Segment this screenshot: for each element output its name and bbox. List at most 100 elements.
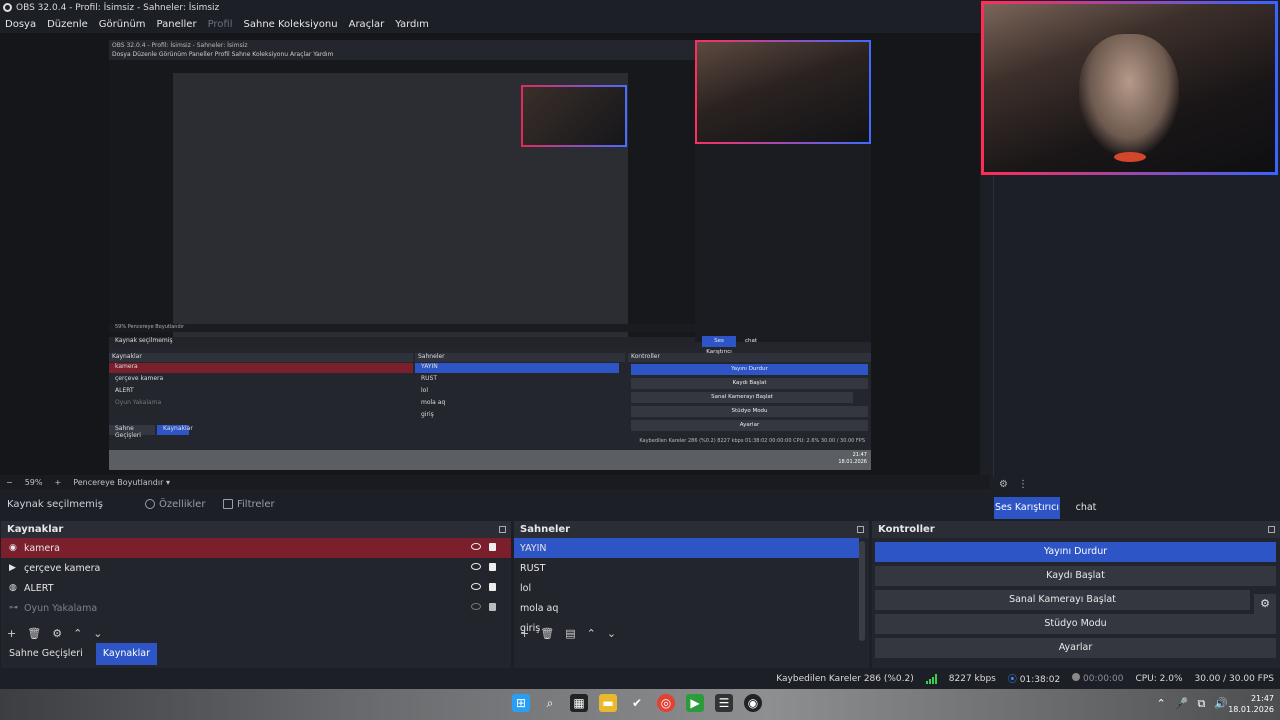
eye-icon[interactable]	[471, 543, 481, 550]
gear-icon: ⚙	[1260, 597, 1270, 610]
controls-dock: Kontroller Yayını Durdur Kaydı Başlat Sa…	[872, 521, 1280, 668]
chrome-icon[interactable]: ◎	[657, 694, 675, 712]
add-source-icon[interactable]: +	[7, 627, 16, 640]
gamepad-icon: ⊶	[9, 603, 18, 613]
undock-icon[interactable]	[499, 526, 506, 533]
scene-item[interactable]: mola aq	[514, 598, 869, 618]
nested-ctrl-btn: Sanal Kamerayı Başlat	[631, 392, 853, 403]
scene-item[interactable]: RUST	[514, 558, 869, 578]
menu-dosya[interactable]: Dosya	[5, 19, 36, 30]
fit-window-dropdown[interactable]: Pencereye Boyutlandır ▾	[73, 478, 170, 487]
virtual-camera-settings-button[interactable]: ⚙	[1254, 594, 1276, 614]
sources-tools: + 🗑 ⚙ ⌃ ⌄	[7, 627, 103, 640]
lock-icon[interactable]	[489, 583, 496, 591]
stop-stream-button[interactable]: Yayını Durdur	[875, 542, 1276, 562]
remove-source-icon[interactable]: 🗑	[27, 627, 41, 640]
move-up-icon[interactable]: ⌃	[587, 627, 596, 640]
advanced-audio-icon[interactable]: ⚙	[999, 479, 1008, 490]
tab-scene-transitions[interactable]: Sahne Geçişleri	[2, 643, 90, 665]
source-item[interactable]: ◉ kamera	[1, 538, 511, 558]
obs-logo-icon	[3, 3, 12, 12]
eye-hidden-icon[interactable]	[471, 603, 481, 610]
nested-chat-tab: chat	[744, 338, 758, 344]
menu-profil[interactable]: Profil	[208, 19, 233, 30]
nested-tab: Sahne Geçişleri	[109, 425, 155, 439]
add-scene-icon[interactable]: +	[520, 627, 529, 640]
game-launcher-icon[interactable]: ▶	[686, 694, 704, 712]
lock-icon[interactable]	[489, 563, 496, 571]
scenes-dock-header: Sahneler	[514, 521, 869, 538]
sources-title: Kaynaklar	[7, 524, 64, 535]
tray-chevron-icon[interactable]: ⌃	[1157, 697, 1166, 711]
properties-button[interactable]: Özellikler	[145, 499, 217, 510]
discord-icon[interactable]: ☰	[715, 694, 733, 712]
move-up-icon[interactable]: ⌃	[73, 627, 82, 640]
start-recording-button[interactable]: Kaydı Başlat	[875, 566, 1276, 586]
scenes-scrollbar[interactable]	[859, 541, 865, 641]
tab-sources[interactable]: Kaynaklar	[95, 643, 158, 665]
globe-icon: ◍	[9, 583, 17, 593]
zoom-out-button[interactable]: −	[6, 478, 13, 487]
zoom-value: 59%	[24, 477, 43, 487]
remove-scene-icon[interactable]: 🗑	[540, 627, 554, 640]
menu-araclar[interactable]: Araçlar	[349, 19, 385, 30]
more-menu-icon[interactable]: ⋮	[1018, 479, 1028, 490]
zoom-in-button[interactable]: +	[54, 478, 61, 487]
nested-obs-preview: OBS 32.0.4 - Profil: İsimsiz - Sahneler:…	[109, 40, 871, 470]
cpu-monitor-icon[interactable]: ▦	[570, 694, 588, 712]
clock-date: 18.01.2026	[1228, 705, 1274, 714]
mixer-icons: ⚙ ⋮	[999, 479, 1028, 490]
lock-icon[interactable]	[489, 543, 496, 551]
menu-yardim[interactable]: Yardım	[395, 19, 429, 30]
tab-audio-mixer[interactable]: Ses Karıştırıcı	[994, 497, 1060, 519]
source-toolbar: Kaynak seçilmemiş Özellikler Filtreler	[0, 489, 990, 519]
eye-icon[interactable]	[471, 583, 481, 590]
menu-duzenle[interactable]: Düzenle	[47, 19, 88, 30]
nested-scene-row: giriş	[421, 411, 434, 418]
filters-button[interactable]: Filtreler	[223, 499, 295, 510]
tab-chat[interactable]: chat	[1063, 497, 1109, 519]
stream-time: 01:38:02	[1019, 675, 1061, 685]
taskbar-clock[interactable]: 21:47 18.01.2026	[1228, 693, 1274, 715]
network-icon[interactable]: ⧉	[1197, 697, 1205, 711]
nested-src-row: ALERT	[115, 387, 134, 394]
webcam-person	[1079, 34, 1179, 154]
eye-icon[interactable]	[471, 563, 481, 570]
lock-icon[interactable]	[489, 603, 496, 611]
move-down-icon[interactable]: ⌄	[93, 627, 102, 640]
nested-src-row: çerçeve kamera	[115, 375, 164, 382]
undock-icon[interactable]	[1268, 526, 1275, 533]
source-item[interactable]: ▶ çerçeve kamera	[1, 558, 511, 578]
system-tray: ⌃ 🎤 ⧉ 🔊	[1157, 697, 1228, 711]
source-item[interactable]: ⊶ Oyun Yakalama	[1, 598, 511, 618]
source-settings-icon[interactable]: ⚙	[52, 627, 62, 640]
taskbar-apps: ⊞ ⌕ ▦ ▬ ✔ ◎ ▶ ☰ ◉	[512, 694, 762, 712]
windows-start-icon[interactable]: ⊞	[512, 694, 530, 712]
studio-mode-button[interactable]: Stüdyo Modu	[875, 614, 1276, 634]
start-virtual-camera-button[interactable]: Sanal Kamerayı Başlat	[875, 590, 1250, 610]
scene-item[interactable]: lol	[514, 578, 869, 598]
nested-menu: Dosya Düzenle Görünüm Paneller Profil Sa…	[112, 51, 334, 58]
scenes-tools: + 🗑 ▤ ⌃ ⌄	[520, 627, 616, 640]
move-down-icon[interactable]: ⌄	[607, 627, 616, 640]
steam-icon[interactable]: ✔	[628, 694, 646, 712]
scene-filter-icon[interactable]: ▤	[565, 627, 575, 640]
window-title: OBS 32.0.4 - Profil: İsimsiz - Sahneler:…	[16, 2, 220, 13]
nested-clock-time: 21:47	[852, 452, 867, 458]
menu-paneller[interactable]: Paneller	[157, 19, 197, 30]
menu-sahne-koleksiyonu[interactable]: Sahne Koleksiyonu	[244, 19, 338, 30]
undock-icon[interactable]	[857, 526, 864, 533]
obs-taskbar-icon[interactable]: ◉	[744, 694, 762, 712]
menu-gorunum[interactable]: Görünüm	[99, 19, 146, 30]
microphone-icon[interactable]: 🎤	[1175, 697, 1189, 711]
scene-item[interactable]: YAYIN	[514, 538, 859, 558]
source-label: Oyun Yakalama	[24, 602, 98, 614]
nested-scene-row: mola aq	[421, 399, 446, 406]
source-item[interactable]: ◍ ALERT	[1, 578, 511, 598]
file-explorer-icon[interactable]: ▬	[599, 694, 617, 712]
volume-icon[interactable]: 🔊	[1214, 697, 1228, 711]
settings-button[interactable]: Ayarlar	[875, 638, 1276, 658]
windows-taskbar: ⊞ ⌕ ▦ ▬ ✔ ◎ ▶ ☰ ◉ ⌃ 🎤 ⧉ 🔊 21:47 18.01.20…	[0, 689, 1280, 720]
search-icon[interactable]: ⌕	[541, 694, 559, 712]
scenes-title: Sahneler	[520, 524, 571, 535]
